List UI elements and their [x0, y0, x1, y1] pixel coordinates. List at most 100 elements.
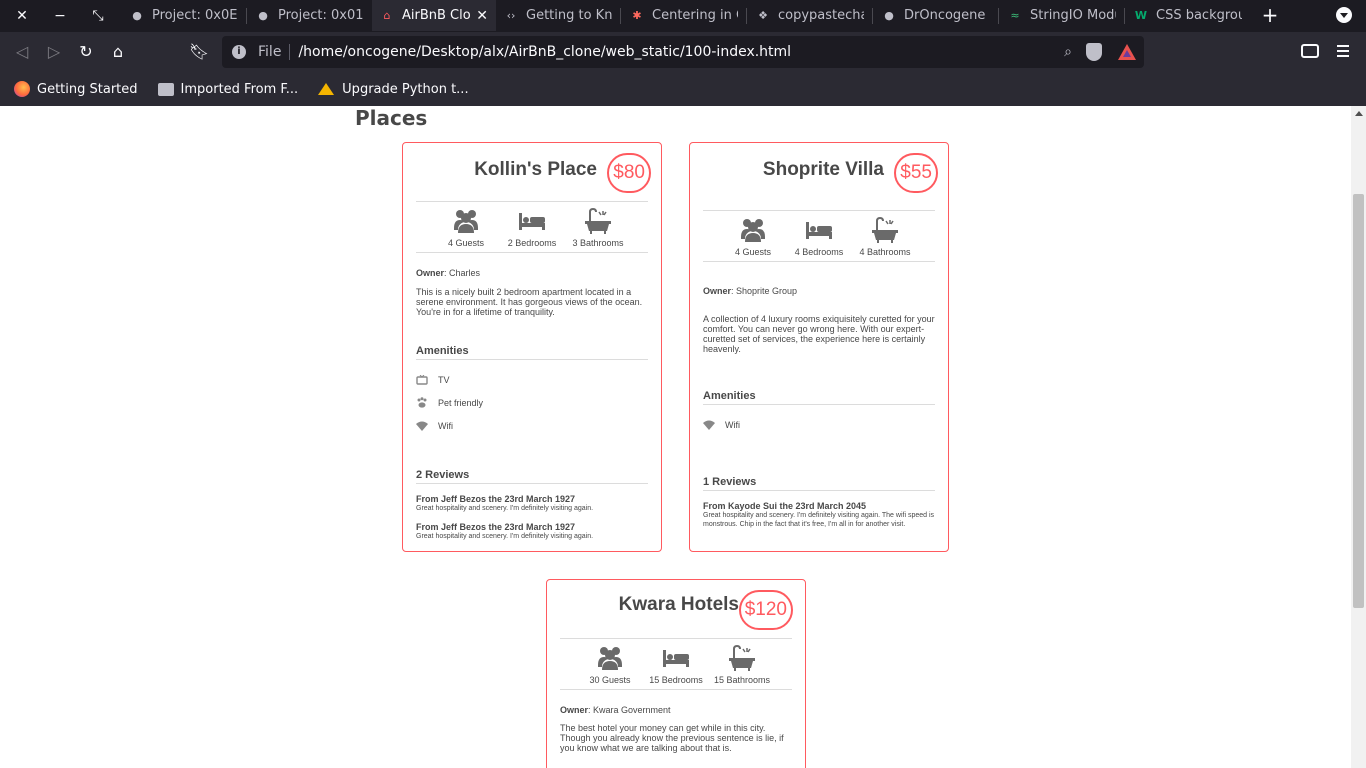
wifi-icon	[416, 421, 428, 431]
scroll-up-arrow-icon[interactable]	[1355, 111, 1363, 116]
tab-separator	[998, 8, 999, 24]
amenity-item: Wifi	[416, 414, 648, 437]
python-icon: ≈	[1010, 9, 1020, 22]
wallet-icon[interactable]	[1301, 44, 1319, 58]
tab-airbnb-clone[interactable]: ⌂ AirBnB Clon ✕	[372, 0, 496, 31]
review-item: From Jeff Bezos the 23rd March 1927 Grea…	[416, 494, 648, 513]
brave-rewards-icon[interactable]	[1118, 44, 1136, 60]
bookmark-label: Getting Started	[37, 81, 138, 97]
tab-label: copypastechar	[778, 8, 864, 23]
amenity-label: Wifi	[438, 420, 453, 431]
places-heading: Places	[355, 106, 428, 130]
amenities-list: Wifi	[703, 413, 935, 436]
tab-project-0x01[interactable]: ● Project: 0x01. A	[248, 0, 372, 31]
amenity-item: Wifi	[703, 413, 935, 436]
github-icon: ●	[132, 9, 142, 22]
place-description: A collection of 4 luxury rooms exiquisit…	[703, 314, 935, 354]
bedroom-count: 15 Bedrooms	[643, 639, 709, 689]
close-window-icon[interactable]: ✕	[10, 4, 34, 28]
reviews-heading: 1 Reviews	[703, 476, 935, 491]
bathrooms-label: 15 Bathrooms	[713, 675, 771, 685]
tab-label: Project: 0x0E. S	[152, 8, 238, 23]
place-header: Kollin's Place $80	[403, 143, 661, 201]
tab-label: DrOncogene (N	[904, 8, 990, 23]
app-menu-icon[interactable]	[1337, 42, 1351, 58]
bathroom-count: 15 Bathrooms	[709, 639, 775, 689]
place-name: Kwara Hotels	[618, 594, 739, 615]
zoom-icon[interactable]: ⌕	[1064, 44, 1072, 60]
amenities-heading: Amenities	[416, 345, 648, 360]
restore-window-icon[interactable]: ⤡	[86, 4, 110, 28]
page-scrollbar[interactable]	[1351, 106, 1366, 768]
tab-label: Getting to Kno	[526, 8, 612, 23]
bedrooms-label: 15 Bedrooms	[649, 675, 703, 685]
guests-icon	[454, 210, 478, 233]
bedroom-count: 2 Bedrooms	[499, 202, 565, 252]
page-viewport: Places Kollin's Place $80 4 Guests 2 Bed…	[0, 106, 1351, 768]
amenity-item: TV	[416, 368, 648, 391]
tab-css-background[interactable]: W CSS backgroun	[1126, 0, 1250, 31]
url-text[interactable]: /home/oncogene/Desktop/alx/AirBnB_clone/…	[298, 44, 1064, 60]
guests-label: 30 Guests	[589, 675, 631, 685]
minimize-window-icon[interactable]: −	[48, 4, 72, 28]
price-badge: $120	[738, 590, 793, 630]
address-bar[interactable]: i File /home/oncogene/Desktop/alx/AirBnB…	[222, 36, 1144, 68]
bookmark-upgrade-python[interactable]: Upgrade Python t...	[318, 81, 469, 97]
amenity-label: TV	[438, 374, 450, 385]
home-button[interactable]: ⌂	[106, 40, 130, 64]
bookmark-getting-started[interactable]: Getting Started	[14, 81, 138, 97]
tab-copypastechar[interactable]: ❖ copypastechar	[748, 0, 872, 31]
bedroom-count: 4 Bedrooms	[786, 211, 852, 261]
bookmark-imported-folder[interactable]: Imported From F...	[157, 82, 298, 97]
tab-separator	[246, 8, 247, 24]
tab-centering-in-css[interactable]: ✱ Centering in CS	[622, 0, 746, 31]
bathrooms-label: 4 Bathrooms	[859, 247, 911, 257]
owner-name: : Charles	[444, 268, 481, 278]
owner-label: Owner	[416, 268, 445, 278]
tab-stringio[interactable]: ≈ StringIO Modul	[1000, 0, 1124, 31]
bedrooms-label: 4 Bedrooms	[794, 247, 844, 257]
code-icon: ‹›	[506, 9, 516, 22]
navigation-toolbar: ◁ ▷ ↻ ⌂ 🔖︎ i File /home/oncogene/Desktop…	[0, 32, 1366, 72]
guests-label: 4 Guests	[734, 247, 772, 257]
tab-label: Centering in CS	[652, 8, 738, 23]
owner-line: Owner: Shoprite Group	[703, 286, 935, 296]
back-button[interactable]: ◁	[10, 40, 34, 64]
place-card: Kollin's Place $80 4 Guests 2 Bedrooms 3…	[402, 142, 662, 552]
amenity-label: Wifi	[725, 419, 740, 430]
new-tab-button[interactable]: +	[1258, 4, 1282, 28]
reload-button[interactable]: ↻	[74, 40, 98, 64]
tab-project-0x0e[interactable]: ● Project: 0x0E. S	[122, 0, 246, 31]
site-info-icon[interactable]: i	[232, 45, 246, 59]
review-author: From Kayode Sui the 23rd March 2045	[703, 501, 867, 511]
forward-button[interactable]: ▷	[42, 40, 66, 64]
brave-shields-icon[interactable]	[1086, 43, 1102, 61]
asterisk-icon: ✱	[632, 9, 642, 22]
review-item: From Jeff Bezos the 23rd March 1927 Grea…	[416, 522, 648, 541]
owner-name: : Shoprite Group	[731, 286, 798, 296]
tab-droncogene[interactable]: ● DrOncogene (N	[874, 0, 998, 31]
amenity-item: Pet friendly	[416, 391, 648, 414]
bathrooms-label: 3 Bathrooms	[572, 238, 624, 248]
close-tab-icon[interactable]: ✕	[476, 8, 488, 24]
review-text: Great hospitality and scenery. I'm defin…	[703, 512, 935, 528]
price-badge: $55	[894, 153, 938, 193]
review-author: From Jeff Bezos the 23rd March 1927	[416, 522, 576, 532]
url-protocol: File	[258, 44, 282, 60]
review-text: Great hospitality and scenery. I'm defin…	[416, 505, 594, 512]
list-all-tabs-icon[interactable]	[1336, 7, 1352, 23]
bathtub-icon	[872, 217, 898, 243]
amenities-heading: Amenities	[703, 390, 935, 405]
tv-icon	[416, 374, 428, 385]
bookmark-icon[interactable]: 🔖︎	[187, 40, 211, 64]
scrollbar-thumb[interactable]	[1353, 194, 1364, 608]
airbnb-icon: ⌂	[383, 9, 391, 22]
amenities-list: TV Pet friendly Wifi	[416, 368, 648, 437]
bookmark-label: Upgrade Python t...	[342, 81, 469, 97]
guests-icon	[741, 219, 765, 242]
guest-count: 30 Guests	[577, 639, 643, 689]
tab-getting-to-know[interactable]: ‹› Getting to Kno	[496, 0, 620, 31]
place-card: Kwara Hotels $120 30 Guests 15 Bedrooms	[546, 579, 806, 768]
bathtub-icon	[729, 645, 755, 671]
w3-icon: W	[1134, 9, 1148, 22]
